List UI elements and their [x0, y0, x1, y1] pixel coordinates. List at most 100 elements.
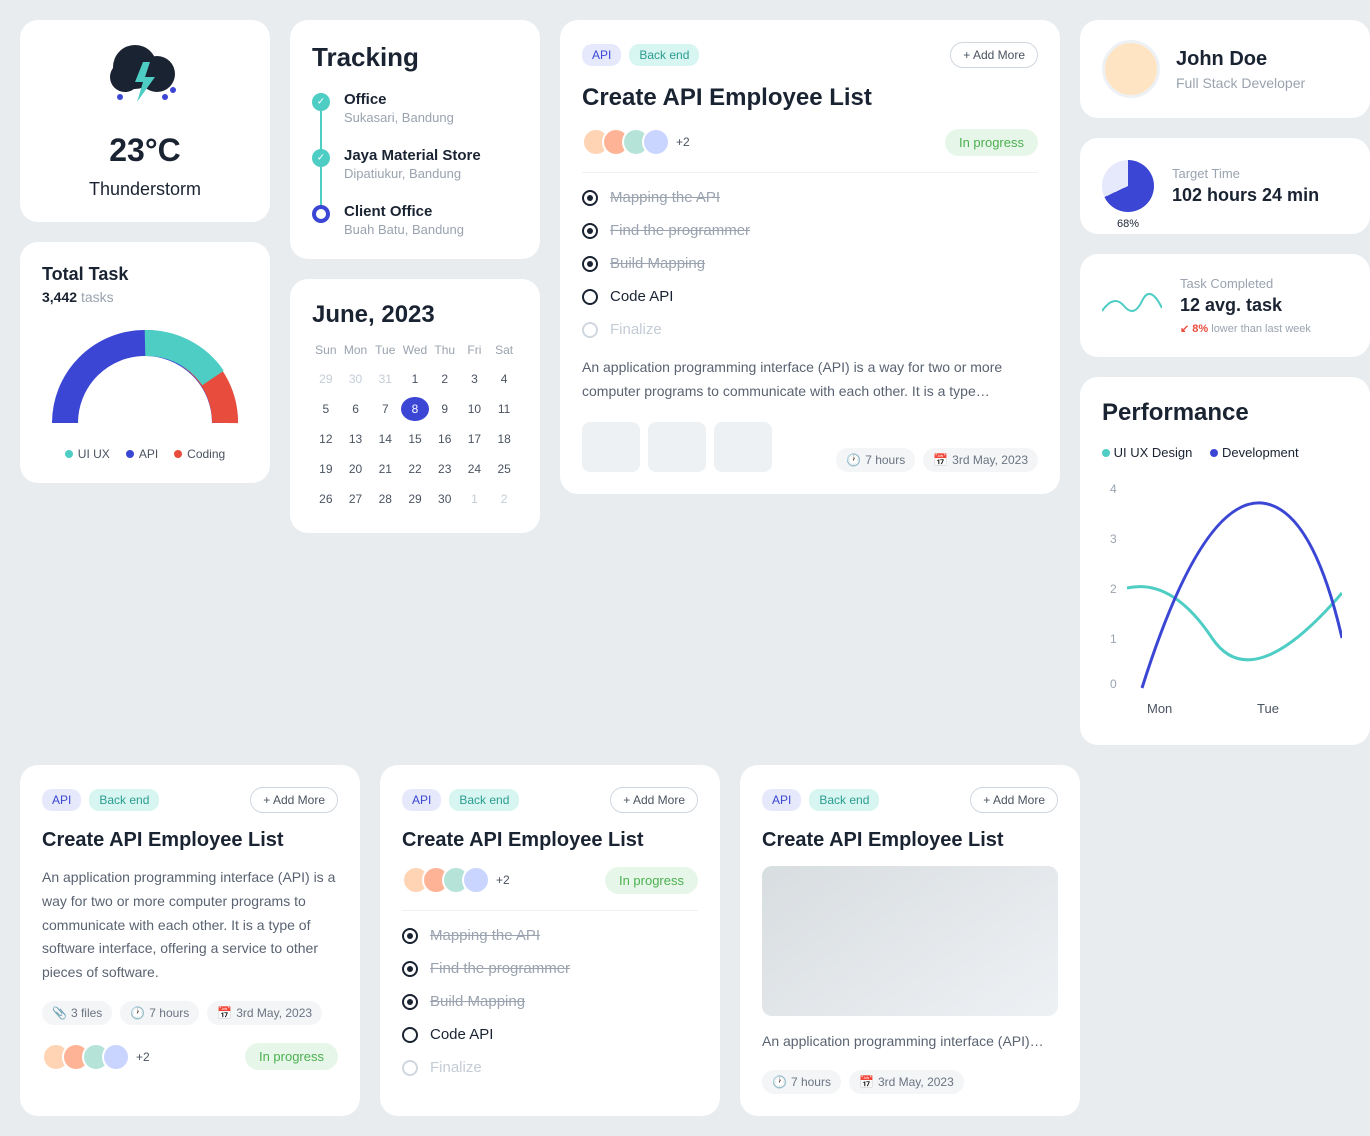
calendar-day[interactable]: 23 [431, 457, 459, 481]
target-time-value: 102 hours 24 min [1172, 185, 1319, 206]
calendar-day[interactable]: 12 [312, 427, 340, 451]
checklist-item[interactable]: Code API [582, 288, 1038, 305]
checklist-item[interactable]: Finalize [582, 321, 1038, 338]
tracking-item[interactable]: Jaya Material StoreDipatiukur, Bandung [312, 147, 518, 203]
calendar-day[interactable]: 13 [342, 427, 370, 451]
profile-card[interactable]: John Doe Full Stack Developer [1080, 20, 1370, 118]
calendar-day[interactable]: 1 [461, 487, 489, 511]
calendar-day[interactable]: 2 [431, 367, 459, 391]
calendar-day[interactable]: 15 [401, 427, 429, 451]
avatar-more[interactable]: +2 [496, 873, 510, 887]
profile-avatar[interactable] [1102, 40, 1160, 98]
add-more-button[interactable]: + Add More [970, 787, 1058, 813]
checklist-label: Find the programmer [430, 960, 570, 977]
calendar-day[interactable]: 17 [461, 427, 489, 451]
tag-api[interactable]: API [42, 789, 81, 811]
hours-chip: 🕐7 hours [836, 448, 915, 472]
calendar-day[interactable]: 9 [431, 397, 459, 421]
avatar[interactable] [462, 866, 490, 894]
tag-api[interactable]: API [582, 44, 621, 66]
tracking-item[interactable]: OfficeSukasari, Bandung [312, 91, 518, 147]
checklist-label: Build Mapping [610, 255, 705, 272]
status-badge: In progress [605, 867, 698, 894]
calendar-day[interactable]: 6 [342, 397, 370, 421]
tag-backend[interactable]: Back end [629, 44, 699, 66]
checklist-item[interactable]: Mapping the API [582, 189, 1038, 206]
clock-icon: 🕐 [846, 453, 861, 467]
checklist-item[interactable]: Finalize [402, 1059, 698, 1076]
checklist-item[interactable]: Build Mapping [582, 255, 1038, 272]
checklist-item[interactable]: Find the programmer [402, 960, 698, 977]
calendar-day[interactable]: 10 [461, 397, 489, 421]
attachments [582, 422, 772, 472]
calendar-day[interactable]: 3 [461, 367, 489, 391]
svg-text:4: 4 [1110, 482, 1117, 496]
calendar-day[interactable]: 21 [371, 457, 399, 481]
assignee-avatars[interactable]: +2 [582, 128, 690, 156]
calendar-day[interactable]: 28 [371, 487, 399, 511]
tag-backend[interactable]: Back end [89, 789, 159, 811]
avatar[interactable] [642, 128, 670, 156]
tracking-item[interactable]: Client OfficeBuah Batu, Bandung [312, 203, 518, 237]
attachment-thumb[interactable] [582, 422, 640, 472]
divider [402, 910, 698, 911]
assignee-avatars[interactable]: +2 [42, 1043, 150, 1071]
checklist-label: Mapping the API [610, 189, 720, 206]
calendar-day[interactable]: 14 [371, 427, 399, 451]
calendar-day[interactable]: 19 [312, 457, 340, 481]
calendar-day[interactable]: 20 [342, 457, 370, 481]
svg-text:3: 3 [1110, 532, 1117, 546]
checklist-item[interactable]: Code API [402, 1026, 698, 1043]
calendar-day[interactable]: 2 [490, 487, 518, 511]
attachment-thumb[interactable] [714, 422, 772, 472]
calendar-day[interactable]: 5 [312, 397, 340, 421]
calendar-day[interactable]: 4 [490, 367, 518, 391]
checklist-label: Find the programmer [610, 222, 750, 239]
checklist-label: Finalize [610, 321, 662, 338]
avatar-more[interactable]: +2 [136, 1050, 150, 1064]
calendar-card: June, 2023 SunMonTueWedThuFriSat29303112… [290, 279, 540, 533]
calendar-day[interactable]: 22 [401, 457, 429, 481]
add-more-button[interactable]: + Add More [610, 787, 698, 813]
date-chip: 📅3rd May, 2023 [849, 1070, 964, 1094]
calendar-day[interactable]: 1 [401, 367, 429, 391]
radio-icon [402, 961, 418, 977]
clock-icon: 🕐 [130, 1006, 145, 1020]
avatar-more[interactable]: +2 [676, 135, 690, 149]
task-description: An application programming interface (AP… [42, 866, 338, 985]
calendar-day[interactable]: 29 [401, 487, 429, 511]
calendar-day[interactable]: 11 [490, 397, 518, 421]
checklist-item[interactable]: Build Mapping [402, 993, 698, 1010]
calendar-day[interactable]: 31 [371, 367, 399, 391]
calendar-day[interactable]: 18 [490, 427, 518, 451]
checklist-item[interactable]: Mapping the API [402, 927, 698, 944]
task-image[interactable] [762, 866, 1058, 1016]
calendar-day[interactable]: 7 [371, 397, 399, 421]
avatar[interactable] [102, 1043, 130, 1071]
calendar-day[interactable]: 30 [342, 367, 370, 391]
tag-api[interactable]: API [402, 789, 441, 811]
calendar-day[interactable]: 25 [490, 457, 518, 481]
add-more-button[interactable]: + Add More [950, 42, 1038, 68]
task-card: API Back end + Add More Create API Employ… [740, 765, 1080, 1116]
add-more-button[interactable]: + Add More [250, 787, 338, 813]
attachment-thumb[interactable] [648, 422, 706, 472]
task-title: Create API Employee List [762, 829, 1058, 852]
task-card: APIBack end + Add More Create API Employ… [20, 765, 360, 1116]
down-arrow-icon: ↙ [1180, 323, 1189, 335]
calendar-day[interactable]: 26 [312, 487, 340, 511]
calendar-day[interactable]: 16 [431, 427, 459, 451]
assignee-avatars[interactable]: +2 [402, 866, 510, 894]
calendar-day[interactable]: 24 [461, 457, 489, 481]
tag-backend[interactable]: Back end [449, 789, 519, 811]
tag-backend[interactable]: Back end [809, 789, 879, 811]
task-completed-delta: ↙ 8% lower than last week [1180, 322, 1311, 335]
calendar-day[interactable]: 27 [342, 487, 370, 511]
calendar-day[interactable]: 29 [312, 367, 340, 391]
calendar-day[interactable]: 8 [401, 397, 429, 421]
checklist: Mapping the API Find the programmer Build … [402, 927, 698, 1076]
calendar-day[interactable]: 30 [431, 487, 459, 511]
total-task-title: Total Task [42, 264, 248, 285]
checklist-item[interactable]: Find the programmer [582, 222, 1038, 239]
tag-api[interactable]: API [762, 789, 801, 811]
